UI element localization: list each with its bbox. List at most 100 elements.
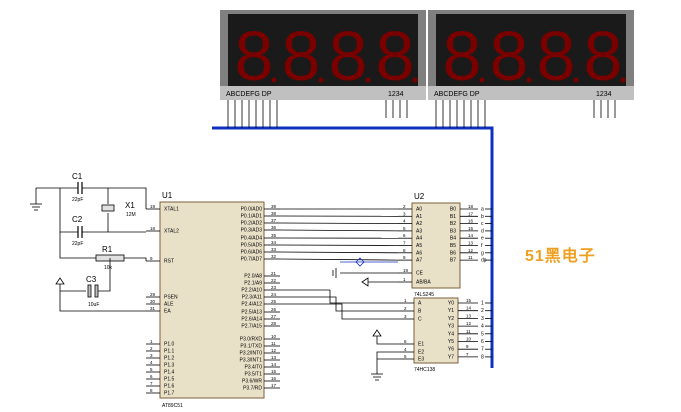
c1-ref: C1 [72,172,83,181]
u1-pin-num: 14 [271,362,277,367]
decimal-point [318,77,324,83]
display-digit-label: 1234 [596,91,612,98]
decimal-point [573,77,579,83]
u1-pin-num: 19 [150,204,156,209]
u2-pin-name: A3 [416,228,422,234]
u2-pin-name: A6 [416,250,422,256]
u2-pin-num: 3 [403,211,406,216]
u1-pin-name: P3.2/INT0 [239,351,262,357]
u2-net-label: b [481,214,484,220]
u1-pin-name: P3.3/INT1 [239,358,262,364]
u3-pin-name: Y4 [448,331,454,337]
u1-pin-name: P2.3/A11 [242,295,262,301]
u2-pin-name: B4 [450,236,456,242]
u3-pin-name: Y1 [448,308,454,314]
wire-e1 [376,336,400,345]
u1-pin-name: ALE [164,302,174,308]
u1-pin-num: 17 [271,383,277,388]
u1-pin-num: 6 [150,374,153,379]
u1-pin-name: P1.4 [164,370,175,376]
wire-p0 [279,251,399,254]
u1-pin-num: 31 [150,306,156,311]
u1-pin-name: EA [164,309,171,315]
u2-pin-name: B5 [450,243,456,249]
u3-pin-num: 13 [466,313,472,318]
u1-pin-name: P2.1/A9 [244,281,262,287]
u2-net-label: dp [481,258,487,264]
u1-pin-num: 27 [271,314,277,319]
u1-pin-name: P0.3/AD3 [241,228,263,234]
u3-pin-num: 7 [466,352,469,357]
u1-pin-name: P1.3 [164,363,175,369]
u1-pin-num: 26 [271,307,277,312]
u3-pin-num: 9 [466,344,469,349]
c2-ref: C2 [72,215,83,224]
u1-pin-name: P2.2/A10 [241,288,262,294]
u1-pin-name: P1.0 [164,342,175,348]
wire-p0 [279,258,399,261]
u1-pin-name: P3.0/RXD [240,337,263,343]
wire-ea [59,291,146,312]
decimal-point [526,77,532,83]
u1-pin-num: 11 [271,341,276,346]
c3-value: 10uF [88,302,99,308]
u2-pin-name: A5 [416,243,422,249]
u1-pin-num: 39 [271,204,277,209]
digit: 8 [329,17,368,95]
u1-pin-name: P2.6/A14 [241,317,262,323]
power-symbol [55,277,65,285]
u3-net-label: 8 [481,354,484,360]
wire [59,188,78,233]
ic-chips: U1AT89C5119 XTAL118 XTAL29 RST29 PSEN30 ALE31… [146,191,487,409]
decimal-point [365,77,371,83]
u3-pin-num: 4 [404,347,407,352]
u1-pin-name: P2.0/A8 [244,274,262,280]
digit: 8 [443,17,482,95]
u1-pin-num: 9 [150,256,153,261]
digit: 8 [235,17,274,95]
u1-pin-num: 18 [150,226,156,231]
u1-pin-num: 22 [271,278,277,283]
u2-net-label: c [481,221,484,227]
u1-pin-num: 8 [150,388,153,393]
u1-pin-num: 2 [150,346,153,351]
u2-net-label: a [481,207,484,213]
r1-ref: R1 [102,245,113,254]
u1-pin-name: P3.4/T0 [244,365,262,371]
wire [59,284,86,292]
u3-pin-num: 14 [466,306,472,311]
u1-pin-name: P2.4/A12 [241,302,262,308]
u3-pin-name: Y7 [448,354,454,360]
u3-net-label: 2 [481,308,484,314]
u3-pin-num: 5 [404,354,407,359]
u1-pin-num: 13 [271,355,277,360]
u2-pin-num: 15 [468,226,474,231]
u3-pin-num: 15 [466,298,472,303]
u2-pin-name: AB/BA [416,280,431,286]
u2-pin-name: A1 [416,214,422,220]
u2-pin-num: 5 [403,226,406,231]
u2-pin-num: 9 [403,255,406,260]
u2-ref: U2 [414,192,425,201]
watermark: 51黑电子 [525,248,596,265]
u1-pin-name: P0.4/AD4 [241,236,263,242]
oscillator-circuit: C1 22pF C2 22pF X1 12M R1 10k C3 10uF [30,172,147,312]
u1-pin-name: P0.2/AD2 [241,221,263,227]
u1-pin-num: 32 [271,254,277,259]
u1-ref: U1 [162,191,173,200]
u1-pin-num: 28 [271,321,277,326]
u2-net-label: e [481,236,484,242]
u1-pin-name: P0.7/AD7 [241,257,263,263]
u1-pin-num: 30 [150,299,156,304]
u1-pin-num: 3 [150,353,153,358]
x1-ref: X1 [125,201,135,210]
u2-net-label: f [481,243,483,249]
u3-pin-name: Y6 [448,347,454,353]
u2-net-label: g [481,250,484,256]
u3-net-label: 4 [481,324,484,330]
u1-pin-num: 7 [150,381,153,386]
u1-pin-num: 4 [150,360,153,365]
u2-pin-name: A0 [416,207,422,213]
wire-p0 [279,229,399,232]
u1-pin-name: P1.7 [164,391,175,397]
